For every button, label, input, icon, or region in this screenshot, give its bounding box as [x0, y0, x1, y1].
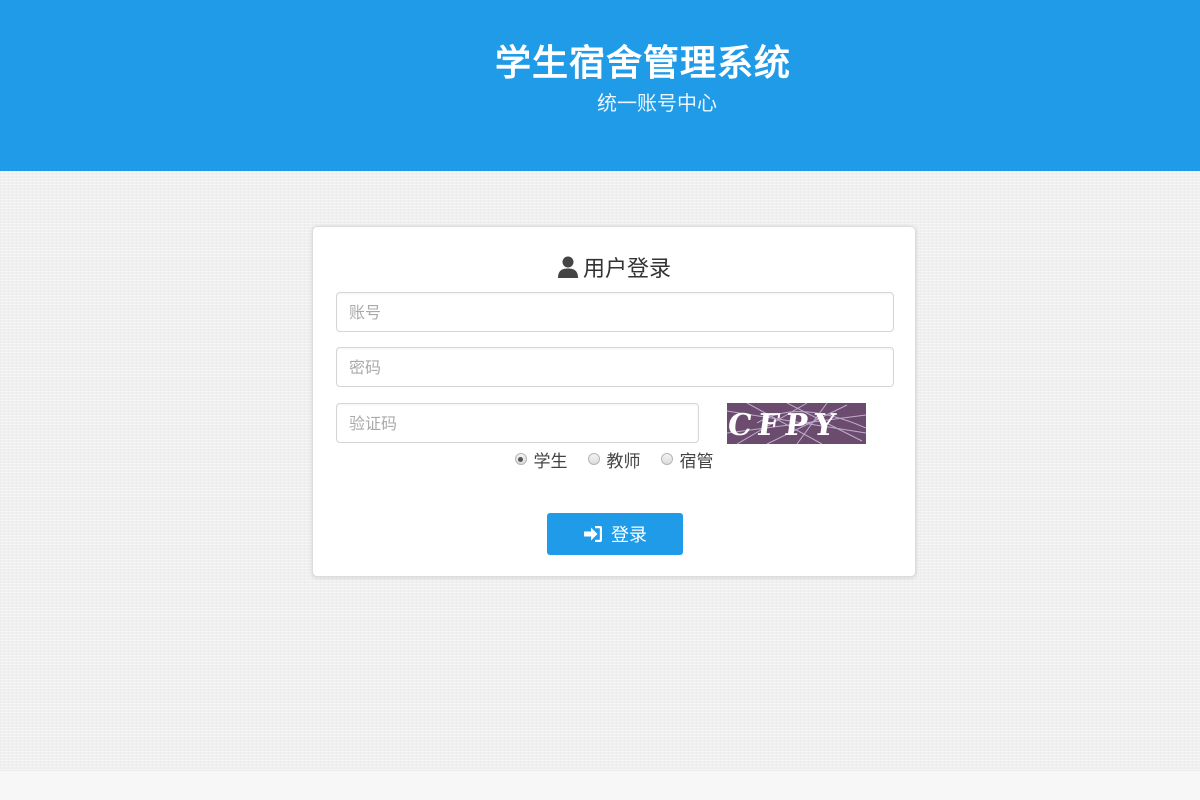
sign-in-icon: [584, 526, 602, 542]
login-card: 用户登录 CFPY 学生 教师: [312, 226, 916, 577]
role-option-dorm-admin[interactable]: 宿管: [660, 447, 714, 472]
login-button-label: 登录: [611, 525, 647, 546]
role-option-student[interactable]: 学生: [514, 447, 568, 472]
captcha-image[interactable]: CFPY: [727, 403, 866, 444]
role-option-teacher[interactable]: 教师: [587, 447, 641, 472]
role-label-dorm-admin: 宿管: [679, 451, 714, 472]
login-button[interactable]: 登录: [547, 513, 683, 555]
role-label-teacher: 教师: [606, 451, 641, 472]
system-title: 学生宿舍管理系统: [494, 42, 791, 84]
user-icon: [557, 256, 578, 278]
role-radio-group: 学生 教师 宿管: [313, 445, 915, 473]
role-radio-dorm-admin[interactable]: [660, 453, 673, 465]
system-subtitle: 统一账号中心: [597, 91, 717, 115]
role-label-student: 学生: [533, 451, 568, 472]
role-radio-teacher[interactable]: [587, 453, 600, 465]
header-banner: 学生宿舍管理系统 统一账号中心: [0, 0, 1200, 171]
captcha-input[interactable]: [336, 403, 699, 443]
role-radio-student[interactable]: [514, 453, 527, 465]
password-input[interactable]: [336, 347, 894, 387]
captcha-text: CFPY: [727, 408, 843, 443]
account-input[interactable]: [336, 292, 894, 332]
login-heading-text: 用户登录: [582, 257, 671, 282]
login-heading: 用户登录: [313, 249, 915, 285]
footer-strip: [0, 770, 1200, 800]
